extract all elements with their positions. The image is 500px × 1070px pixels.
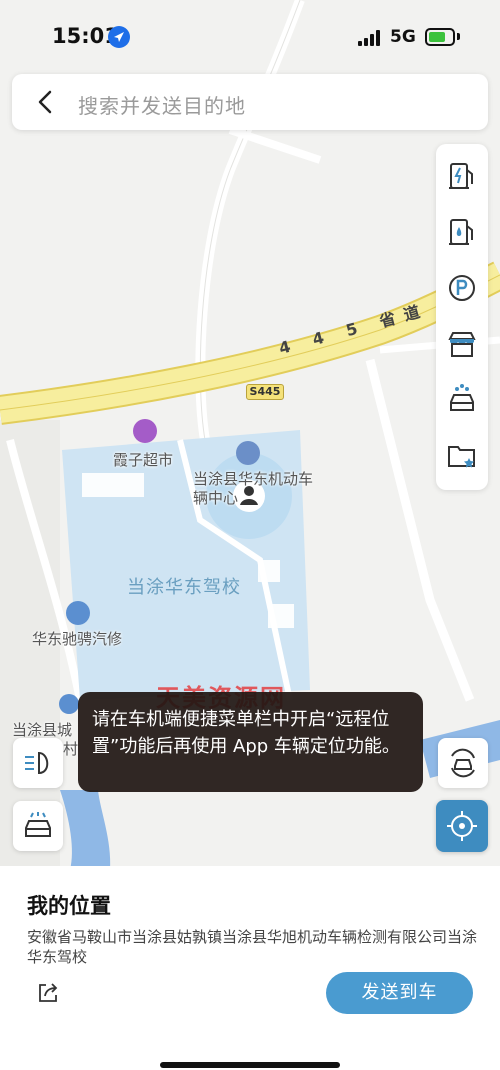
poi-inspection-center-label[interactable]: 当涂县华东机动车辆中心 bbox=[193, 470, 313, 508]
poi-town-label[interactable]: 当涂县城 bbox=[12, 719, 72, 740]
car-lights-icon bbox=[25, 812, 51, 837]
send-to-car-button[interactable]: 发送到车 bbox=[326, 972, 473, 1014]
charging-station-icon[interactable] bbox=[442, 156, 482, 196]
car-refresh-icon bbox=[451, 748, 475, 778]
poi-driving-school-label[interactable]: 当涂华东驾校 bbox=[127, 573, 241, 599]
locate-me-icon bbox=[447, 811, 477, 841]
share-icon[interactable] bbox=[36, 981, 60, 1005]
battery-charging-icon bbox=[425, 28, 455, 46]
toast-message: 请在车机端便捷菜单栏中开启“远程位置”功能后再使用 App 车辆定位功能。 bbox=[78, 692, 423, 792]
address-text: 安徽省马鞍山市当涂县姑孰镇当涂县华旭机动车辆检测有限公司当涂华东驾校 bbox=[27, 928, 478, 966]
locate-me-button[interactable] bbox=[436, 800, 488, 852]
poi-repair-shop-label[interactable]: 华东驰骋汽修 bbox=[32, 628, 122, 649]
location-sheet: 我的位置 安徽省马鞍山市当涂县姑孰镇当涂县华旭机动车辆检测有限公司当涂华东驾校 … bbox=[0, 866, 500, 1070]
poi-supermarket-label[interactable]: 霞子超市 bbox=[113, 449, 173, 470]
car-wash-icon[interactable] bbox=[442, 380, 482, 420]
signal-icon bbox=[358, 30, 384, 46]
location-pin-icon[interactable] bbox=[59, 694, 79, 714]
headlight-icon bbox=[25, 751, 49, 775]
status-bar: 15:01 5G bbox=[0, 0, 500, 70]
location-arrow-icon bbox=[108, 26, 130, 48]
store-icon[interactable] bbox=[442, 324, 482, 364]
supermarket-pin-icon[interactable] bbox=[133, 419, 157, 443]
wrench-pin-icon[interactable] bbox=[66, 601, 90, 625]
battery-cap bbox=[457, 33, 460, 40]
favorites-folder-icon[interactable] bbox=[442, 436, 482, 476]
home-indicator[interactable] bbox=[160, 1062, 340, 1068]
chevron-left-icon[interactable] bbox=[34, 89, 60, 115]
road-shield: S445 bbox=[246, 384, 284, 400]
gas-station-icon[interactable] bbox=[442, 212, 482, 252]
headlight-button[interactable] bbox=[13, 738, 63, 788]
search-bar[interactable]: 搜索并发送目的地 bbox=[12, 74, 488, 130]
sheet-title: 我的位置 bbox=[27, 894, 111, 918]
parking-icon[interactable] bbox=[442, 268, 482, 308]
car-service-pin-icon[interactable] bbox=[236, 441, 260, 465]
car-lights-button[interactable] bbox=[13, 801, 63, 851]
map-poi-toolbar bbox=[436, 144, 488, 490]
car-refresh-button[interactable] bbox=[438, 738, 488, 788]
network-type: 5G bbox=[390, 27, 416, 47]
search-input[interactable]: 搜索并发送目的地 bbox=[78, 90, 246, 119]
